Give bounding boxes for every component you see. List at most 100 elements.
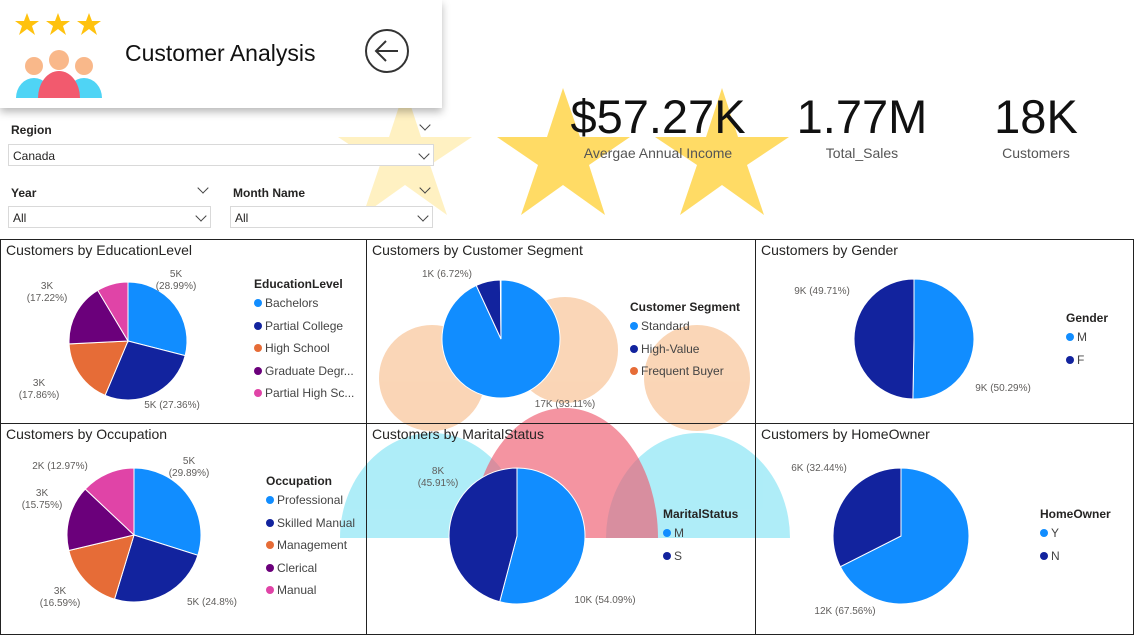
pie-data-label: 8K (45.91%): [417, 466, 459, 489]
legend-marker: [254, 344, 262, 352]
legend-item[interactable]: High School: [254, 341, 330, 355]
region-dropdown[interactable]: Canada: [8, 144, 434, 166]
chart-title: Customers by HomeOwner: [761, 426, 930, 442]
pie-data-label: 5K (27.36%): [144, 400, 200, 411]
legend-label: High-Value: [641, 341, 700, 356]
legend-marker: [630, 344, 638, 353]
legend-marker: [1040, 529, 1048, 537]
legend-item[interactable]: Graduate Degr...: [254, 364, 354, 378]
chevron-down-icon: [418, 148, 430, 160]
chart-title: Customers by Gender: [761, 242, 898, 258]
pie-data-label: 5K (29.89%): [168, 456, 210, 479]
legend-item[interactable]: Manual: [266, 583, 316, 597]
pie-data-label: 3K (17.22%): [26, 281, 68, 304]
pie-slice-f[interactable]: [853, 278, 915, 400]
legend-marker: [630, 322, 638, 330]
legend-label: N: [1051, 548, 1060, 563]
legend-label: Standard: [641, 319, 690, 333]
chart-title: Customers by Occupation: [6, 426, 168, 442]
pie-slice-m[interactable]: [912, 278, 975, 400]
pie-data-label: 2K (12.97%): [32, 461, 88, 472]
legend-title: MaritalStatus: [663, 507, 739, 521]
pie-data-label: 9K (50.29%): [975, 383, 1031, 394]
region-dropdown-value: Canada: [13, 149, 56, 163]
back-button[interactable]: [365, 29, 409, 73]
legend-item[interactable]: M: [663, 526, 684, 540]
legend-marker: [254, 366, 262, 375]
page-title: Customer Analysis: [125, 40, 316, 66]
pie-chart: [853, 278, 975, 400]
legend-label: S: [674, 548, 683, 563]
pie-chart: [441, 279, 561, 399]
pie-slice-frequent-buyer[interactable]: [499, 279, 502, 340]
legend-item[interactable]: Y: [1040, 526, 1059, 540]
legend-marker: [266, 586, 274, 594]
legend-item[interactable]: Clerical: [266, 561, 317, 575]
legend-item[interactable]: S: [663, 549, 682, 563]
legend-marker: [663, 529, 671, 537]
kpi-label: Avergae Annual Income: [583, 145, 733, 161]
pie-data-label: 6K (32.44%): [791, 463, 847, 474]
legend-marker: [254, 299, 262, 307]
legend-item[interactable]: Standard: [630, 319, 690, 333]
star-icon: [15, 13, 39, 35]
legend-item[interactable]: High-Value: [630, 342, 699, 356]
legend-label: Frequent Buyer: [641, 364, 724, 378]
chevron-down-icon[interactable]: [197, 182, 209, 194]
legend-marker: [1040, 551, 1048, 560]
month-dropdown[interactable]: All: [230, 206, 433, 228]
pie-data-label: 10K (54.09%): [574, 595, 636, 606]
legend-item[interactable]: Frequent Buyer: [630, 364, 724, 378]
pie-chart: [448, 467, 586, 605]
chevron-down-icon: [195, 210, 207, 222]
people-group-icon: [16, 50, 102, 98]
legend-item[interactable]: Management: [266, 538, 347, 552]
legend-label: Professional: [277, 493, 344, 507]
legend-label: High School: [265, 341, 330, 355]
legend-title: Customer Segment: [630, 300, 741, 314]
back-arrow-icon: [374, 40, 398, 62]
legend-item[interactable]: Professional: [266, 493, 343, 507]
legend-item[interactable]: Partial College: [254, 319, 343, 333]
pie-data-label: 3K (16.59%): [39, 586, 81, 609]
legend-label: Manual: [277, 583, 317, 597]
legend-title: HomeOwner: [1040, 507, 1111, 521]
year-dropdown[interactable]: All: [8, 206, 211, 228]
chevron-down-icon[interactable]: [419, 119, 431, 131]
pie-data-label: 3K (17.86%): [18, 378, 60, 401]
legend-marker: [1066, 355, 1074, 364]
kpi-value: $57.27K: [570, 90, 746, 143]
chevron-down-icon[interactable]: [419, 182, 431, 194]
chart-title: Customers by Customer Segment: [372, 242, 583, 258]
legend-label: Y: [1051, 526, 1060, 540]
legend-item[interactable]: Skilled Manual: [266, 516, 355, 530]
pie-data-label: 1K (6.72%): [421, 269, 473, 280]
legend-marker: [663, 551, 671, 560]
legend-item[interactable]: Partial High Sc...: [254, 386, 354, 400]
legend-title: Occupation: [266, 474, 333, 488]
legend-label: M: [1077, 330, 1087, 344]
rating-stars: [15, 13, 101, 35]
legend-marker: [1066, 333, 1074, 341]
legend-marker: [630, 367, 638, 375]
chevron-down-icon: [417, 210, 429, 222]
legend-item[interactable]: Bachelors: [254, 296, 318, 310]
legend-marker: [254, 389, 262, 397]
region-filter-label: Region: [11, 123, 52, 137]
pie-data-label: 3K (15.75%): [21, 488, 63, 511]
legend-item[interactable]: F: [1066, 353, 1084, 367]
chart-title: Customers by MaritalStatus: [372, 426, 544, 442]
legend-label: Skilled Manual: [277, 515, 356, 530]
legend-label: F: [1077, 352, 1085, 367]
legend-marker: [266, 518, 274, 527]
star-icon: [46, 13, 70, 35]
year-dropdown-value: All: [13, 211, 27, 225]
pie-chart: [66, 467, 202, 603]
legend-marker: [266, 496, 274, 504]
legend-item[interactable]: N: [1040, 549, 1060, 563]
legend-item[interactable]: M: [1066, 330, 1087, 344]
legend-marker: [266, 563, 274, 572]
legend-label: M: [674, 526, 684, 540]
year-filter-label: Year: [11, 186, 37, 200]
month-filter-label: Month Name: [233, 186, 305, 200]
